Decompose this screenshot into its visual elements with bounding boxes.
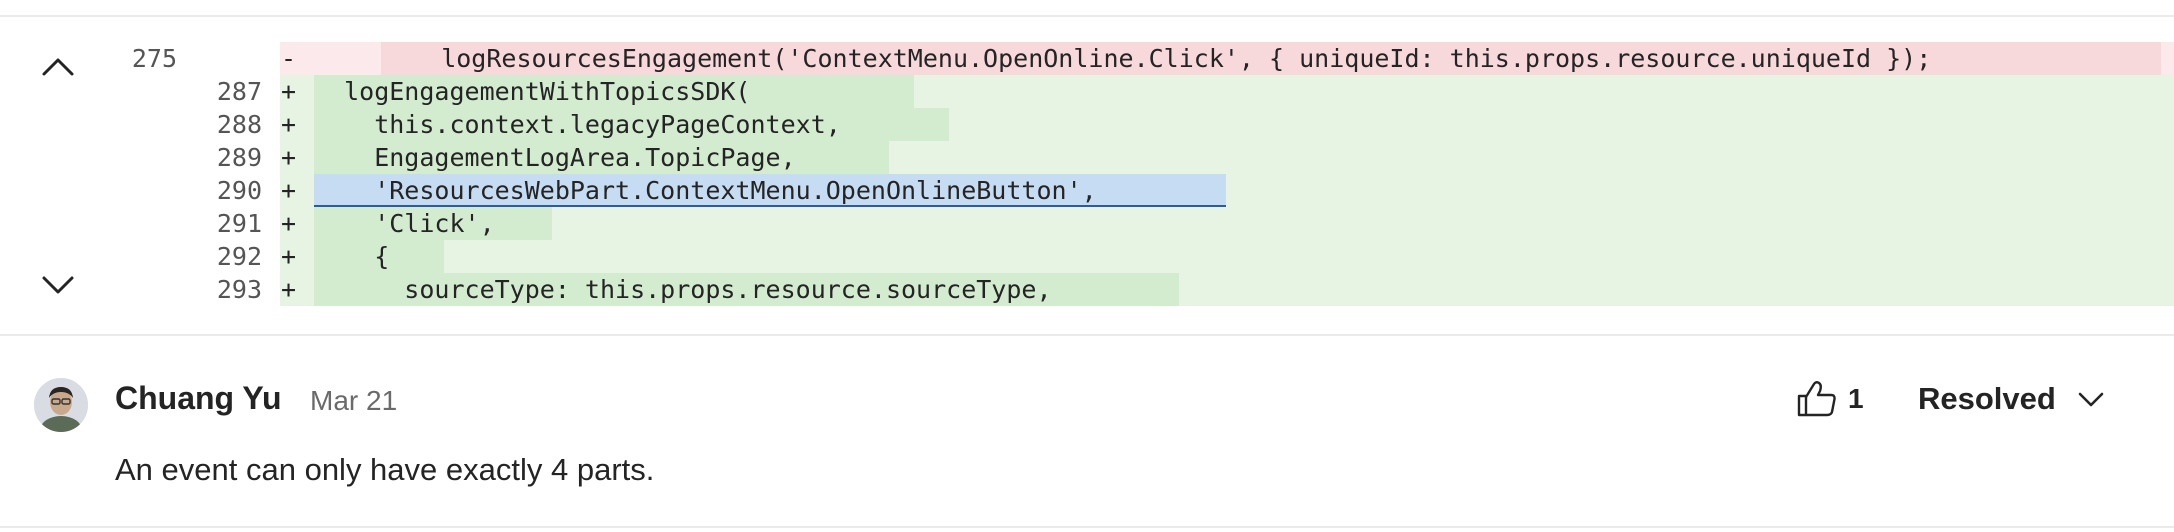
like-count: 1 xyxy=(1848,383,1864,414)
diff-line-added[interactable]: logEngagementWithTopicsSDK( 287 + xyxy=(0,75,2174,108)
diff-sign: + xyxy=(281,77,297,106)
status-label: Resolved xyxy=(1918,381,2056,416)
diff-sign: + xyxy=(281,143,297,172)
diff-line-added[interactable]: EngagementLogArea.TopicPage, 289 + xyxy=(0,141,2174,174)
code-text: 'ResourcesWebPart.ContextMenu.OpenOnline… xyxy=(314,174,1226,207)
diff-view: logResourcesEngagement('ContextMenu.Open… xyxy=(0,42,2174,308)
divider xyxy=(0,334,2174,336)
diff-line-added[interactable]: sourceType: this.props.resource.sourceTy… xyxy=(0,273,2174,306)
comment-author[interactable]: Chuang Yu xyxy=(115,378,282,418)
new-line-number: 291 xyxy=(216,209,262,238)
avatar[interactable] xyxy=(34,378,88,432)
diff-line-added[interactable]: this.context.legacyPageContext, 288 + xyxy=(0,108,2174,141)
code-text: logEngagementWithTopicsSDK( xyxy=(314,75,914,108)
person-icon xyxy=(34,378,88,432)
top-divider xyxy=(0,15,2174,17)
like-button[interactable]: 1 xyxy=(1796,374,1886,424)
diff-sign: + xyxy=(281,176,297,205)
new-line-number: 292 xyxy=(216,242,262,271)
code-text: { xyxy=(314,240,444,273)
diff-sign: + xyxy=(281,242,297,271)
chevron-down-icon xyxy=(2078,392,2104,407)
code-text: this.context.legacyPageContext, xyxy=(314,108,949,141)
new-line-number: 293 xyxy=(216,275,262,304)
diff-line-added[interactable]: { 292 + xyxy=(0,240,2174,273)
diff-line-deleted[interactable]: logResourcesEngagement('ContextMenu.Open… xyxy=(0,42,2174,75)
diff-sign: - xyxy=(281,44,297,73)
new-line-number: 287 xyxy=(216,77,262,106)
diff-sign: + xyxy=(281,275,297,304)
comment-text: An event can only have exactly 4 parts. xyxy=(115,452,655,487)
divider xyxy=(0,526,2174,528)
status-dropdown[interactable]: Resolved xyxy=(1918,374,2106,424)
diff-line-added[interactable]: 'Click', 291 + xyxy=(0,207,2174,240)
diff-sign: + xyxy=(281,110,297,139)
new-line-number: 288 xyxy=(216,110,262,139)
code-text: 'Click', xyxy=(314,207,552,240)
old-line-number: 275 xyxy=(131,44,177,73)
code-text: EngagementLogArea.TopicPage, xyxy=(314,141,889,174)
code-text: sourceType: this.props.resource.sourceTy… xyxy=(314,273,1179,306)
new-line-number: 289 xyxy=(216,143,262,172)
diff-sign: + xyxy=(281,209,297,238)
comment-date: Mar 21 xyxy=(310,385,398,416)
new-line-number: 290 xyxy=(216,176,262,205)
diff-line-added-selected[interactable]: 'ResourcesWebPart.ContextMenu.OpenOnline… xyxy=(0,174,2174,207)
thumbs-up-icon xyxy=(1797,381,1836,417)
code-text: logResourcesEngagement('ContextMenu.Open… xyxy=(381,42,2161,75)
